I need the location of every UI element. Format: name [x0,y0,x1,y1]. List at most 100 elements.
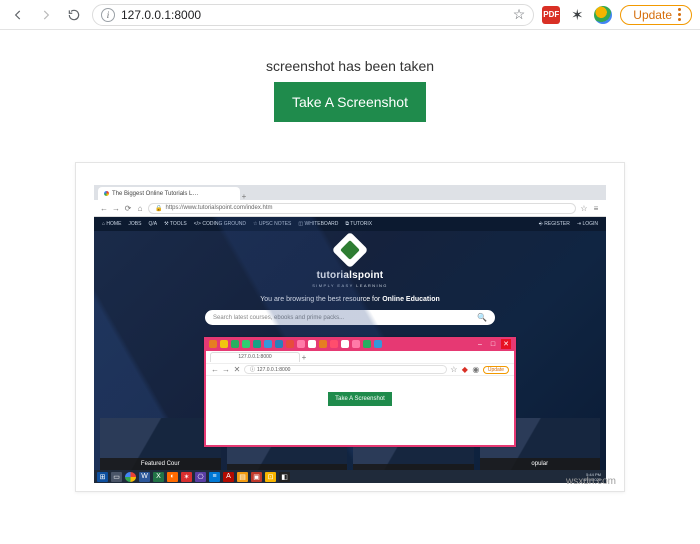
tp-nav-item[interactable]: ⇥ LOGIN [577,221,598,227]
back-button[interactable] [8,5,28,25]
bookmark-star-icon[interactable]: ☆ [513,6,526,23]
taskbar-app-icon[interactable]: ⊡ [265,472,276,482]
search-icon[interactable]: 🔍 [477,313,487,322]
titlebar-app-icon[interactable] [319,340,327,348]
titlebar-app-icon[interactable] [308,340,316,348]
inner-home-icon[interactable]: ⌂ [136,204,144,212]
tp-nav-item[interactable]: ⚒ TOOLS [164,221,187,227]
inner-reload-icon[interactable]: ⟳ [124,204,132,212]
inner-star-icon[interactable]: ☆ [580,204,588,212]
tp-tagline: You are browsing the best resource for O… [260,296,440,303]
titlebar-app-icon[interactable] [242,340,250,348]
nested-new-tab-icon[interactable]: + [300,353,308,361]
screenshot-preview-card: The Biggest Online Tutorials L… + ← → ⟳ … [75,162,625,492]
taskbar-app-icon[interactable]: ▤ [237,472,248,482]
titlebar-app-icon[interactable] [264,340,272,348]
kebab-menu-icon[interactable] [678,8,681,21]
nested-titlebar[interactable]: –□✕ [206,337,514,351]
windows-taskbar: ⊞▭WX◐✶⎔≡A▤▣⊡◧5:44 PM8/21/2021 [94,470,606,483]
taskbar-app-icon[interactable]: ◧ [279,472,290,482]
nested-close-icon[interactable]: ✕ [233,366,241,374]
nested-back-icon[interactable]: ← [211,366,219,374]
maximize-icon[interactable]: □ [488,339,498,349]
captured-desktop: The Biggest Online Tutorials L… + ← → ⟳ … [94,185,606,483]
taskbar-app-icon[interactable]: W [139,472,150,482]
update-button[interactable]: Update [620,5,692,25]
nested-take-screenshot-button[interactable]: Take A Screenshot [328,392,392,406]
nested-ext-icon[interactable]: ◆ [461,366,469,374]
tp-nav-item[interactable]: Q/A [148,221,157,227]
taskbar-app-icon[interactable]: A [223,472,234,482]
inner-tabstrip: The Biggest Online Tutorials L… + [94,185,606,200]
tp-nav-item[interactable]: ⌂ HOME [102,221,121,227]
tp-logo-icon [332,232,369,269]
extensions-icon[interactable]: ✶ [568,6,586,24]
nested-avatar-icon[interactable]: ◉ [472,366,480,374]
take-screenshot-button[interactable]: Take A Screenshot [274,82,426,122]
url-text: 127.0.0.1:8000 [121,8,507,22]
address-bar[interactable]: i 127.0.0.1:8000 ☆ [92,4,534,26]
close-icon[interactable]: ✕ [501,339,511,349]
status-message: screenshot has been taken [0,58,700,74]
favicon-icon [104,191,109,196]
titlebar-app-icon[interactable] [352,340,360,348]
forward-button[interactable] [36,5,56,25]
titlebar-app-icon[interactable] [209,340,217,348]
tp-brand: tutorialspoint [317,270,384,281]
nested-window: –□✕ 127.0.0.1:8000 + ← → ✕ ⓘ 127.0.0.1:8… [204,337,516,447]
reload-button[interactable] [64,5,84,25]
taskbar-app-icon[interactable] [125,472,136,482]
taskbar-app-icon[interactable]: ▭ [111,472,122,482]
tp-nav-item[interactable]: </> CODING GROUND [194,221,246,227]
inner-tab[interactable]: The Biggest Online Tutorials L… [98,187,240,200]
nested-update-button[interactable]: Update [483,366,509,374]
taskbar-app-icon[interactable]: ≡ [209,472,220,482]
titlebar-app-icon[interactable] [286,340,294,348]
inner-menu-icon[interactable]: ≡ [592,204,600,212]
tp-nav-item[interactable]: ☆ UPSC NOTES [253,221,291,227]
taskbar-app-icon[interactable]: ◐ [167,472,178,482]
site-info-icon[interactable]: i [101,8,115,22]
titlebar-app-icon[interactable] [297,340,305,348]
taskbar-app-icon[interactable]: ⊞ [97,472,108,482]
titlebar-app-icon[interactable] [220,340,228,348]
tp-nav-item[interactable]: ◫ WHITEBOARD [298,221,338,227]
titlebar-app-icon[interactable] [231,340,239,348]
tp-category-card[interactable]: Featured Cour [100,418,221,470]
nested-url-text: 127.0.0.1:8000 [257,367,290,373]
page-content: screenshot has been taken Take A Screens… [0,30,700,492]
inner-address-bar[interactable]: 🔒 https://www.tutorialspoint.com/index.h… [148,203,576,214]
tp-hero: tutorialspoint SIMPLY EASY LEARNING You … [94,237,606,325]
nested-tab[interactable]: 127.0.0.1:8000 [210,352,300,362]
nested-star-icon[interactable]: ☆ [450,366,458,374]
taskbar-app-icon[interactable]: X [153,472,164,482]
inner-forward-icon[interactable]: → [112,204,120,212]
tp-nav-item[interactable]: ⧉ TUTORIX [345,221,372,227]
inner-new-tab-button[interactable]: + [240,192,248,200]
titlebar-app-icon[interactable] [330,340,338,348]
titlebar-app-icon[interactable] [275,340,283,348]
nested-address-bar[interactable]: ⓘ 127.0.0.1:8000 [244,365,447,374]
titlebar-app-icon[interactable] [363,340,371,348]
nested-forward-icon[interactable]: → [222,366,230,374]
tp-nav-item[interactable]: JOBS [128,221,141,227]
inner-browser-chrome: The Biggest Online Tutorials L… + ← → ⟳ … [94,185,606,217]
tp-search-box[interactable]: Search latest courses, ebooks and prime … [205,310,495,325]
tp-search-placeholder: Search latest courses, ebooks and prime … [213,315,344,321]
minimize-icon[interactable]: – [475,339,485,349]
tp-nav-item[interactable]: ⎆ REGISTER [539,221,570,227]
pdf-extension-icon[interactable]: PDF [542,6,560,24]
taskbar-app-icon[interactable]: ▣ [251,472,262,482]
tp-top-nav: ⌂ HOME JOBS Q/A ⚒ TOOLS </> CODING GROUND ☆ U… [94,217,606,231]
nested-info-icon: ⓘ [250,366,255,373]
inner-back-icon[interactable]: ← [100,204,108,212]
browser-toolbar: i 127.0.0.1:8000 ☆ PDF ✶ Update [0,0,700,30]
titlebar-app-icon[interactable] [374,340,382,348]
profile-avatar[interactable] [594,6,612,24]
taskbar-app-icon[interactable]: ⎔ [195,472,206,482]
inner-address-row: ← → ⟳ ⌂ 🔒 https://www.tutorialspoint.com… [94,200,606,217]
taskbar-app-icon[interactable]: ✶ [181,472,192,482]
titlebar-app-icon[interactable] [341,340,349,348]
titlebar-app-icon[interactable] [253,340,261,348]
tp-card-label: Featured Cour [100,458,221,470]
